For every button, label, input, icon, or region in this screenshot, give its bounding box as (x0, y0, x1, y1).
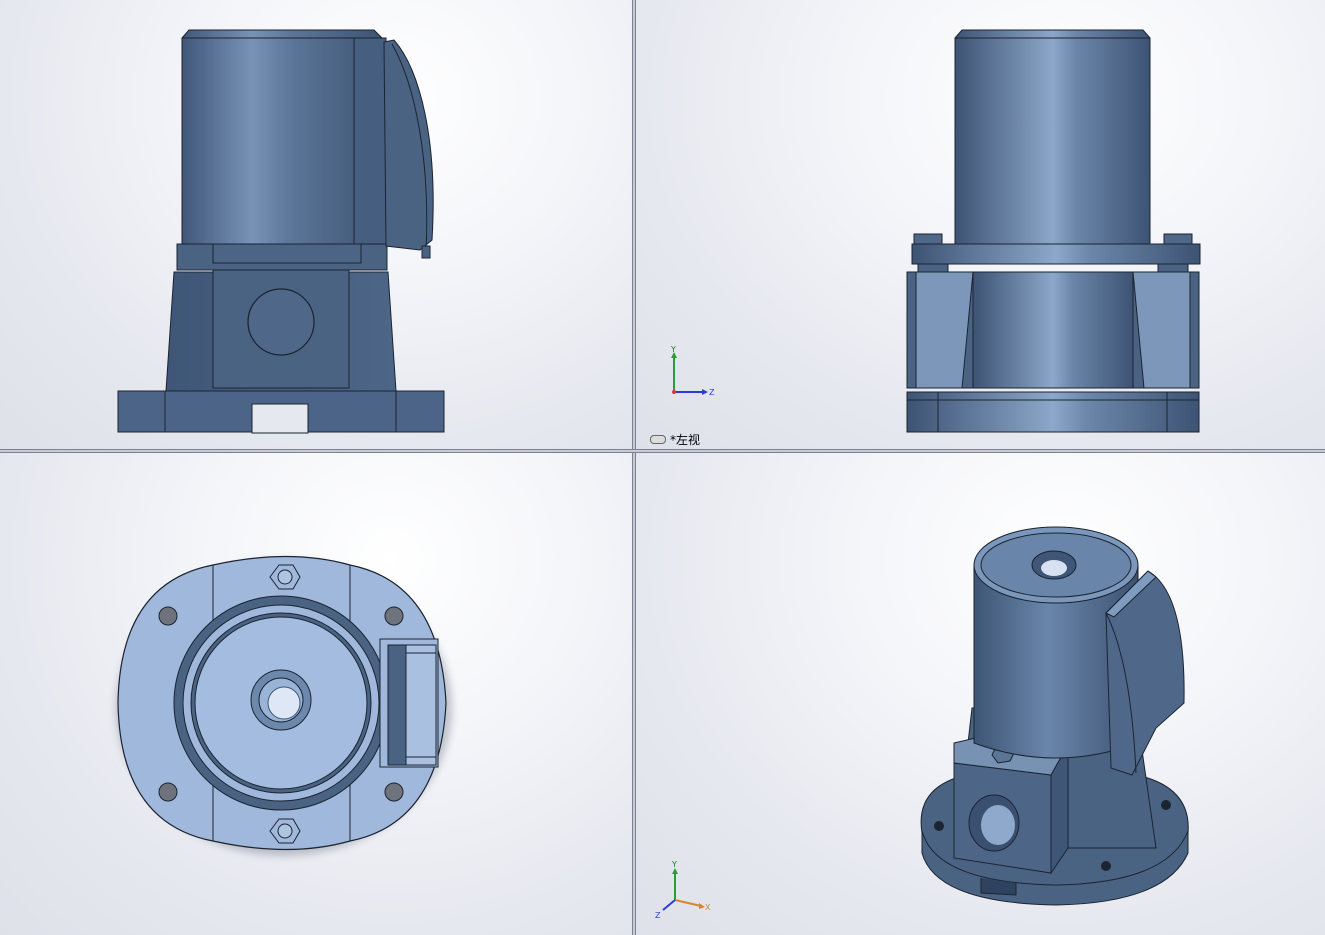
front-viewport[interactable] (0, 0, 632, 449)
axis-triad: Y Z (670, 345, 715, 397)
front-view-model (117, 29, 445, 434)
base-slot (251, 403, 309, 434)
mid-flange (911, 243, 1201, 265)
mount-hole (384, 606, 404, 626)
outlet-port (247, 288, 315, 356)
base-flange (906, 391, 1200, 433)
terminal-box (383, 39, 434, 251)
mount-hole (384, 782, 404, 802)
isometric-view-model: Y X Z (655, 526, 1189, 920)
axis-y-label: Y (671, 860, 677, 869)
axis-y-label: Y (670, 345, 676, 354)
axis-triad: Y X Z (655, 860, 711, 920)
axis-x-label: X (705, 903, 711, 912)
mount-hole (158, 782, 178, 802)
view-name-text: *左视 (670, 433, 701, 447)
left-view-model: Y Z (670, 29, 1201, 433)
isometric-viewport[interactable]: Y X Z (636, 453, 1325, 935)
mount-hole (158, 606, 178, 626)
axis-z-label: Z (655, 911, 661, 920)
left-viewport[interactable]: Y Z *左视 (636, 0, 1325, 449)
motor-cylinder (954, 29, 1151, 245)
motor-cylinder (181, 29, 383, 245)
top-view-model (116, 555, 452, 856)
view-name-label[interactable]: *左视 (650, 431, 700, 448)
top-viewport[interactable] (0, 453, 632, 935)
axis-z-label: Z (709, 388, 715, 397)
view-eye-icon (650, 435, 666, 444)
